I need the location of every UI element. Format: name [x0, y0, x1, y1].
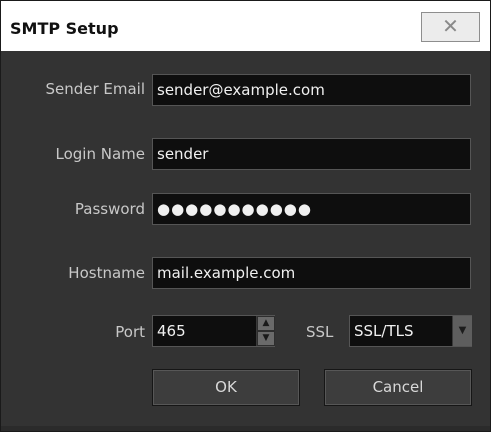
hostname-field[interactable]: mail.example.com — [152, 257, 471, 289]
port-spinner: ▲ ▼ — [256, 316, 275, 346]
cancel-button[interactable]: Cancel — [324, 369, 472, 406]
password-label: Password — [74, 200, 145, 218]
spin-up-icon: ▲ — [262, 318, 270, 328]
spin-down-icon: ▼ — [262, 333, 270, 343]
title-bar: SMTP Setup ✕ — [1, 1, 490, 51]
login-name-label: Login Name — [55, 145, 146, 163]
smtp-setup-dialog: SMTP Setup ✕ Sender Email sender@example… — [0, 0, 491, 432]
port-increment-button[interactable]: ▲ — [257, 316, 275, 331]
password-field[interactable]: ●●●●●●●●●●● — [152, 193, 471, 225]
chevron-down-icon: ▼ — [458, 325, 467, 336]
ok-button[interactable]: OK — [152, 369, 300, 406]
ssl-dropdown-button[interactable]: ▼ — [452, 316, 472, 346]
dialog-title: SMTP Setup — [10, 19, 119, 38]
port-decrement-button[interactable]: ▼ — [257, 331, 275, 346]
dialog-bottom-edge — [1, 426, 490, 431]
port-label: Port — [115, 323, 145, 341]
sender-email-field[interactable]: sender@example.com — [152, 74, 471, 106]
ssl-label: SSL — [306, 323, 334, 341]
close-icon: ✕ — [442, 14, 459, 38]
sender-email-label: Sender Email — [45, 80, 145, 98]
login-name-field[interactable]: sender — [152, 138, 471, 170]
hostname-label: Hostname — [68, 264, 145, 282]
close-button[interactable]: ✕ — [421, 12, 480, 42]
